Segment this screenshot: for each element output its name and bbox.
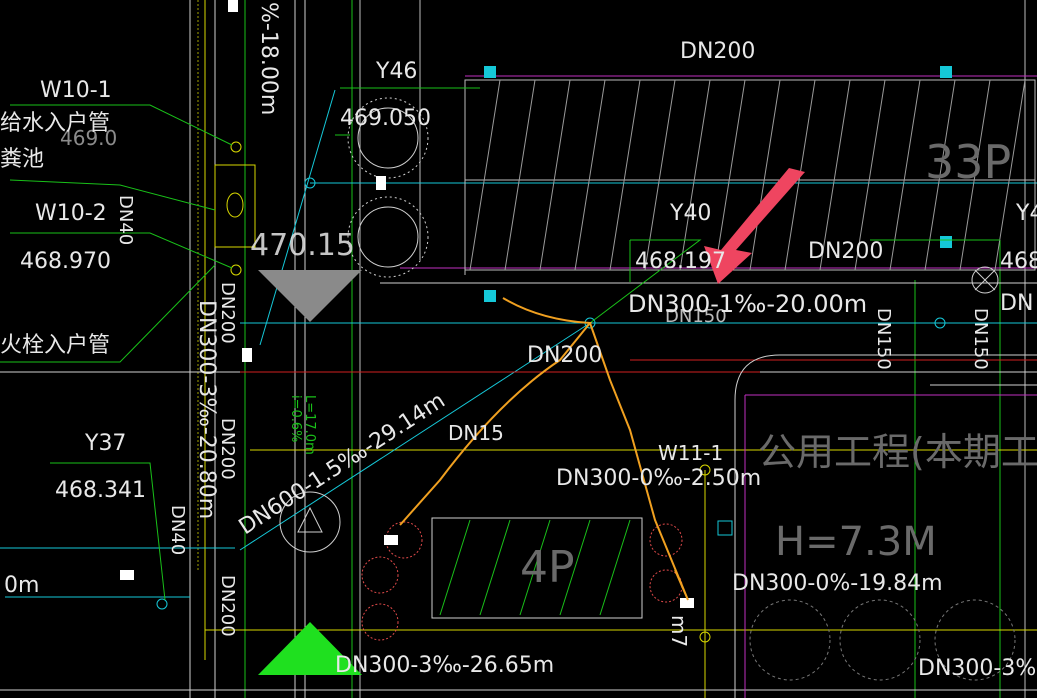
label-dn200-col2: DN200 — [217, 418, 238, 480]
label-y46-elev: 469.050 — [340, 106, 431, 131]
label-dn-main: DN300-1‰-20.00m — [628, 290, 867, 318]
label-y40-elev: 468.197 — [635, 249, 726, 274]
label-dn300-right: DN300-3% — [918, 656, 1036, 681]
label-slope-green1: i=0.6% — [288, 395, 303, 443]
label-y37: Y37 — [84, 431, 126, 456]
label-elev-47015: 470.15 — [250, 228, 355, 263]
label-33p: 33P — [925, 135, 1011, 189]
label-dn200-top: DN200 — [680, 39, 755, 64]
label-dn150-v2: DN150 — [970, 308, 991, 370]
label-y40: Y40 — [669, 201, 711, 226]
label-y4x: Y4 — [1015, 201, 1037, 226]
label-dn200-diag: DN200 — [527, 343, 602, 368]
label-dn300-2665: DN300-3‰-26.65m — [335, 653, 554, 678]
label-dn300-col: DN300-3‰-20.80m — [194, 300, 219, 519]
label-dn40-left: DN40 — [115, 195, 136, 245]
label-height: H=7.3M — [775, 519, 937, 565]
label-m7: m7 — [667, 615, 691, 647]
label-w11: W11-1 — [658, 441, 723, 465]
label-w10-1: W10-1 — [40, 78, 112, 103]
label-y4x-elev: 468.1 — [1000, 249, 1037, 274]
label-w10-2-elev: 468.970 — [20, 249, 111, 274]
label-xiaohuo: 火栓入户管 — [0, 333, 110, 358]
label-4p: 4P — [520, 542, 575, 593]
label-dn15: DN15 — [448, 421, 504, 445]
label-dn300-1984: DN300-0%-19.84m — [732, 571, 943, 596]
label-fenchi: 粪池 — [0, 147, 44, 172]
label-w10-2: W10-2 — [35, 201, 107, 226]
label-dn200-col: DN200 — [217, 282, 238, 344]
label-y46: Y46 — [375, 59, 417, 84]
label-dn-right: DN — [1000, 291, 1033, 316]
label-slope-green2: L=17.0m — [302, 395, 317, 455]
label-dn150-v1: DN150 — [873, 308, 894, 370]
label-m-left: 0m — [4, 573, 39, 598]
label-dn300-250: DN300-0‰-2.50m — [556, 466, 761, 491]
label-dn150-overlap: DN150 — [665, 306, 727, 327]
cad-drawing-canvas[interactable]: W10-1 给水入户管 469.0 粪池 DN40 W10-2 468.970 … — [0, 0, 1037, 698]
label-slope-top: %-18.00m — [256, 2, 281, 115]
label-dn200-bottom: DN200 — [217, 575, 238, 637]
label-gongyong: 公用工程(本期工 — [758, 430, 1037, 474]
label-dn200-mid: DN200 — [808, 239, 883, 264]
label-y37-elev: 468.341 — [55, 478, 146, 503]
label-dn40-low: DN40 — [167, 505, 188, 555]
label-jishui-sub: 469.0 — [60, 126, 117, 150]
